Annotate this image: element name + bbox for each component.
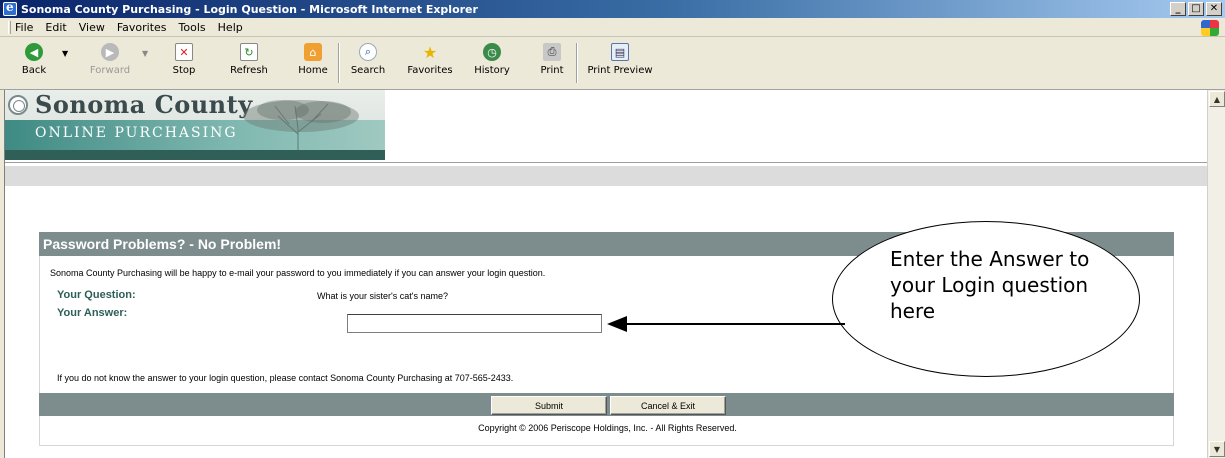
stop-button[interactable]: ✕ Stop xyxy=(166,43,202,76)
menu-bar: File Edit View Favorites Tools Help xyxy=(0,18,1225,37)
print-preview-icon: ▤ xyxy=(611,43,629,61)
home-button[interactable]: ⌂ Home xyxy=(294,43,332,76)
back-arrow-icon: ◀ xyxy=(25,43,43,61)
menu-tools[interactable]: Tools xyxy=(179,21,206,34)
question-value: What is your sister's cat's name? xyxy=(317,291,448,301)
stop-icon: ✕ xyxy=(175,43,193,61)
window-controls: _ □ ✕ xyxy=(1170,2,1222,16)
menu-help[interactable]: Help xyxy=(218,21,243,34)
menu-favorites[interactable]: Favorites xyxy=(117,21,167,34)
maximize-button[interactable]: □ xyxy=(1188,2,1204,16)
callout-text: Enter the Answer to your Login question … xyxy=(890,247,1090,323)
windows-logo-icon xyxy=(1201,20,1219,36)
back-dropdown-icon[interactable]: ▼ xyxy=(62,49,68,58)
toolbar-separator xyxy=(576,43,578,83)
window-title-bar[interactable]: Sonoma County Purchasing - Login Questio… xyxy=(0,0,1225,18)
forward-arrow-icon: ▶ xyxy=(101,43,119,61)
search-icon: ⌕ xyxy=(359,43,377,61)
star-icon: ★ xyxy=(422,42,438,62)
scroll-up-icon[interactable]: ▲ xyxy=(1209,91,1225,107)
toolbar-separator xyxy=(338,43,340,83)
home-icon: ⌂ xyxy=(304,43,322,61)
contact-text: If you do not know the answer to your lo… xyxy=(57,373,514,383)
print-preview-button[interactable]: ▤ Print Preview xyxy=(584,43,656,76)
answer-input[interactable] xyxy=(347,314,602,333)
history-icon: ◷ xyxy=(483,43,501,61)
refresh-icon: ↻ xyxy=(240,43,258,61)
county-seal-icon xyxy=(8,95,28,115)
nav-bar xyxy=(5,166,1208,186)
menu-edit[interactable]: Edit xyxy=(45,21,66,34)
question-label: Your Question: xyxy=(57,289,136,301)
close-button[interactable]: ✕ xyxy=(1206,2,1222,16)
cancel-exit-button[interactable]: Cancel & Exit xyxy=(610,396,726,415)
browser-toolbar: ◀ Back ▼ ▶ Forward ▼ ✕ Stop ↻ Refresh ⌂ … xyxy=(0,37,1225,90)
brand-title: Sonoma County xyxy=(35,90,253,119)
copyright-text: Copyright © 2006 Periscope Holdings, Inc… xyxy=(478,423,737,433)
search-button[interactable]: ⌕ Search xyxy=(346,43,390,76)
printer-icon: ⎙ xyxy=(543,43,561,61)
favorites-button[interactable]: ★ Favorites xyxy=(404,42,456,77)
oak-tree-icon xyxy=(243,100,359,154)
intro-text: Sonoma County Purchasing will be happy t… xyxy=(50,268,546,278)
scroll-down-icon[interactable]: ▼ xyxy=(1209,441,1225,457)
minimize-button[interactable]: _ xyxy=(1170,2,1186,16)
back-button[interactable]: ◀ Back ▼ xyxy=(14,43,68,76)
answer-label: Your Answer: xyxy=(57,307,128,319)
menu-file[interactable]: File xyxy=(15,21,33,34)
print-button[interactable]: ⎙ Print xyxy=(534,43,570,76)
brand-subtitle: ONLINE PURCHASING xyxy=(35,125,238,141)
submit-button[interactable]: Submit xyxy=(491,396,607,415)
internet-explorer-icon xyxy=(3,0,17,16)
refresh-button[interactable]: ↻ Refresh xyxy=(226,43,272,76)
menu-grip xyxy=(8,20,11,34)
vertical-scrollbar[interactable]: ▲ ▼ xyxy=(1207,90,1225,458)
history-button[interactable]: ◷ History xyxy=(470,43,514,76)
menu-view[interactable]: View xyxy=(79,21,105,34)
forward-dropdown-icon[interactable]: ▼ xyxy=(142,49,148,58)
forward-button[interactable]: ▶ Forward ▼ xyxy=(88,43,148,76)
header-divider xyxy=(5,162,1208,163)
window-title: Sonoma County Purchasing - Login Questio… xyxy=(21,2,478,16)
site-banner: Sonoma County ONLINE PURCHASING xyxy=(5,90,385,160)
